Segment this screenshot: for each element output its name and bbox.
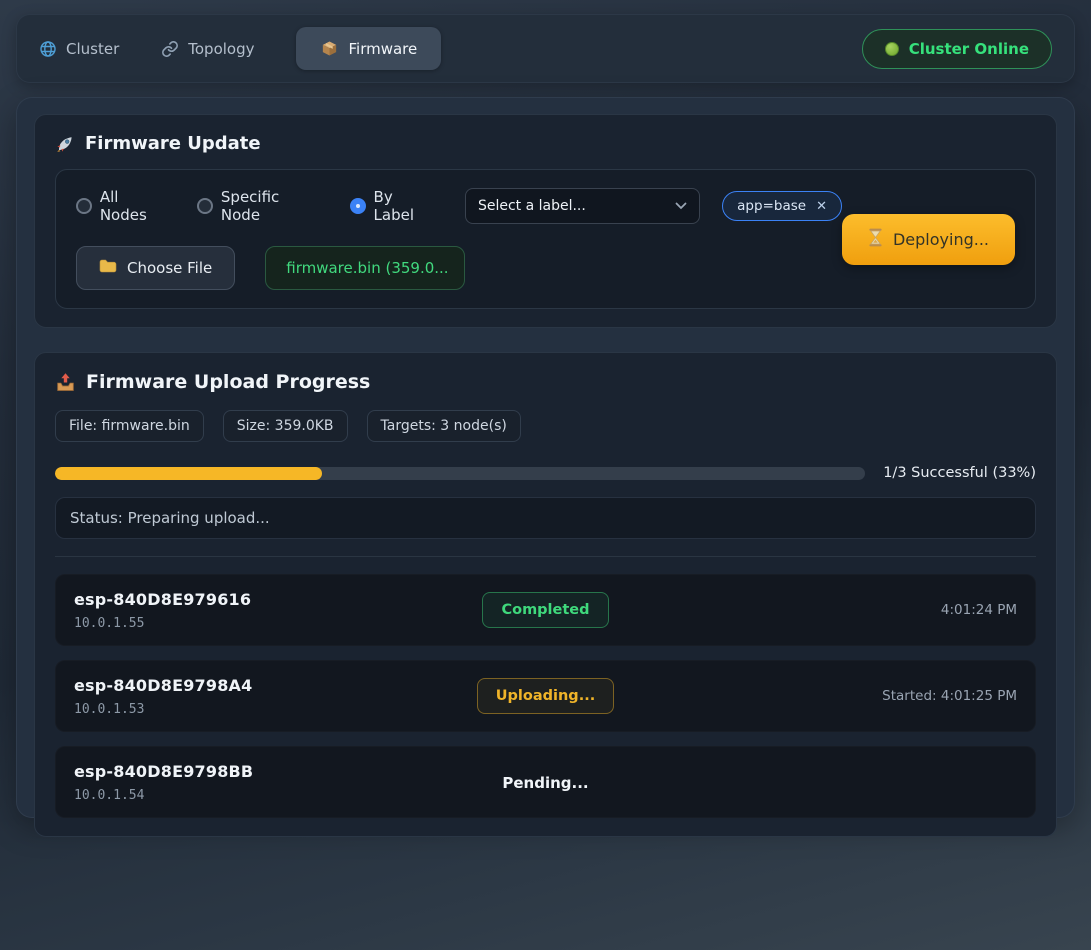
node-status: Pending... bbox=[502, 773, 588, 792]
file-row: Choose File firmware.bin (359.0... bbox=[76, 246, 842, 290]
choose-file-label: Choose File bbox=[127, 259, 212, 277]
node-identity: esp-840D8E9798BB 10.0.1.54 bbox=[74, 762, 502, 803]
link-icon bbox=[161, 40, 179, 58]
chevron-down-icon bbox=[675, 198, 687, 214]
label-chip-app-base[interactable]: app=base ✕ bbox=[722, 191, 842, 221]
node-timestamp: Started: 4:01:25 PM bbox=[882, 688, 1017, 704]
divider bbox=[55, 556, 1036, 557]
label-select-placeholder: Select a label... bbox=[478, 198, 586, 214]
top-nav: Cluster Topology Firmware Cluster Online bbox=[16, 14, 1075, 83]
target-mode-row: All Nodes Specific Node By Label Select … bbox=[76, 188, 842, 224]
node-row-3: esp-840D8E9798BB 10.0.1.54 Pending... bbox=[55, 746, 1036, 818]
upload-meta-chips: File: firmware.bin Size: 359.0KB Targets… bbox=[55, 410, 1036, 442]
choose-file-button[interactable]: Choose File bbox=[76, 246, 235, 290]
node-ip: 10.0.1.55 bbox=[74, 616, 482, 631]
radio-all-nodes[interactable]: All Nodes bbox=[76, 188, 169, 224]
upload-progress-card: Firmware Upload Progress File: firmware.… bbox=[34, 352, 1057, 837]
remove-label-icon[interactable]: ✕ bbox=[816, 199, 827, 214]
status-message: Status: Preparing upload... bbox=[55, 497, 1036, 539]
main-panel: Firmware Update All Nodes Specific Node … bbox=[16, 97, 1075, 818]
node-identity: esp-840D8E979616 10.0.1.55 bbox=[74, 590, 482, 631]
card-title-text: Firmware Update bbox=[85, 133, 261, 154]
progress-label: 1/3 Successful (33%) bbox=[883, 465, 1036, 481]
node-status: Uploading... bbox=[477, 678, 614, 714]
globe-icon bbox=[39, 40, 57, 58]
nav-tab-label: Firmware bbox=[348, 40, 417, 58]
node-identity: esp-840D8E9798A4 10.0.1.53 bbox=[74, 676, 477, 717]
status-badge: Pending... bbox=[502, 774, 588, 792]
node-name: esp-840D8E979616 bbox=[74, 590, 482, 609]
deploy-form-panel: All Nodes Specific Node By Label Select … bbox=[55, 169, 1036, 309]
node-row-2: esp-840D8E9798A4 10.0.1.53 Uploading... … bbox=[55, 660, 1036, 732]
node-name: esp-840D8E9798BB bbox=[74, 762, 502, 781]
folder-icon bbox=[99, 259, 117, 277]
card-title-text: Firmware Upload Progress bbox=[86, 371, 370, 393]
node-status: Completed bbox=[482, 592, 608, 628]
firmware-update-card: Firmware Update All Nodes Specific Node … bbox=[34, 114, 1057, 328]
upload-progress-title: Firmware Upload Progress bbox=[55, 371, 1036, 393]
deploy-button[interactable]: Deploying... bbox=[842, 214, 1015, 265]
firmware-update-title: Firmware Update bbox=[55, 133, 1036, 154]
nav-tab-topology[interactable]: Topology bbox=[161, 40, 254, 58]
targets-chip: Targets: 3 node(s) bbox=[367, 410, 521, 442]
radio-by-label[interactable]: By Label bbox=[350, 188, 437, 224]
progress-bar bbox=[55, 467, 865, 480]
file-name-chip: File: firmware.bin bbox=[55, 410, 204, 442]
progress-row: 1/3 Successful (33%) bbox=[55, 465, 1036, 481]
radio-label: Specific Node bbox=[221, 188, 322, 224]
node-name: esp-840D8E9798A4 bbox=[74, 676, 477, 695]
selected-file-name: firmware.bin (359.0... bbox=[265, 246, 465, 290]
package-icon bbox=[320, 39, 339, 58]
node-list: esp-840D8E979616 10.0.1.55 Completed 4:0… bbox=[55, 574, 1036, 818]
label-chip-text: app=base bbox=[737, 198, 806, 214]
radio-circle-icon[interactable] bbox=[76, 198, 92, 214]
nav-tab-firmware[interactable]: Firmware bbox=[296, 27, 441, 70]
upload-tray-icon bbox=[55, 372, 76, 393]
radio-circle-icon[interactable] bbox=[350, 198, 366, 214]
rocket-icon bbox=[55, 134, 75, 154]
hourglass-icon bbox=[868, 228, 883, 251]
label-select[interactable]: Select a label... bbox=[465, 188, 700, 224]
progress-bar-fill bbox=[55, 467, 322, 480]
status-badge: Uploading... bbox=[477, 678, 614, 714]
radio-label: By Label bbox=[374, 188, 437, 224]
cluster-status-badge: Cluster Online bbox=[862, 29, 1052, 69]
node-ip: 10.0.1.53 bbox=[74, 702, 477, 717]
online-dot-icon bbox=[885, 42, 899, 56]
node-row-1: esp-840D8E979616 10.0.1.55 Completed 4:0… bbox=[55, 574, 1036, 646]
nav-tab-label: Cluster bbox=[66, 40, 119, 58]
radio-label: All Nodes bbox=[100, 188, 169, 224]
cluster-status-label: Cluster Online bbox=[909, 40, 1029, 58]
radio-specific-node[interactable]: Specific Node bbox=[197, 188, 322, 224]
deploy-button-label: Deploying... bbox=[893, 230, 989, 249]
status-badge: Completed bbox=[482, 592, 608, 628]
deploy-form-fields: All Nodes Specific Node By Label Select … bbox=[76, 188, 842, 290]
file-size-chip: Size: 359.0KB bbox=[223, 410, 348, 442]
node-timestamp: 4:01:24 PM bbox=[941, 602, 1017, 618]
node-ip: 10.0.1.54 bbox=[74, 788, 502, 803]
nav-tab-cluster[interactable]: Cluster bbox=[39, 40, 119, 58]
nav-tab-label: Topology bbox=[188, 40, 254, 58]
radio-circle-icon[interactable] bbox=[197, 198, 213, 214]
